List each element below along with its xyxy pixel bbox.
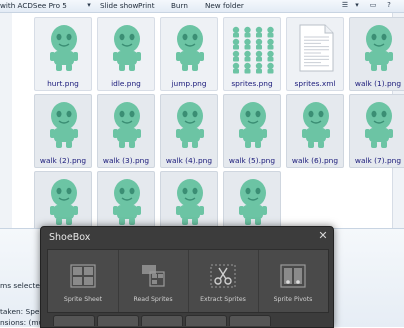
sprite-pivots-tool[interactable]: Sprite Pivots	[258, 250, 328, 312]
file-item[interactable]: sprites.png	[223, 17, 281, 91]
file-name: sprites.xml	[294, 79, 336, 88]
explorer-toolbar: with ACDSee Pro 5 ▾ Slide show Print Bur…	[0, 0, 404, 13]
close-icon[interactable]: ✕	[317, 230, 329, 242]
file-name: hurt.png	[47, 79, 79, 88]
sprite-thumbnail	[228, 176, 278, 228]
file-name: walk (3).png	[102, 156, 150, 165]
shoebox-title: ShoeBox	[49, 232, 91, 243]
file-item[interactable]: walk (4).png	[160, 94, 218, 168]
tab-2[interactable]	[97, 315, 139, 326]
read-sprites-icon	[142, 265, 165, 287]
sprite-thumbnail	[102, 176, 152, 228]
file-name: sprites.png	[231, 79, 273, 88]
file-item[interactable]: walk (2).png	[34, 94, 92, 168]
sprite-thumbnail	[102, 22, 152, 74]
sprite-sheet-tool[interactable]: Sprite Sheet	[48, 250, 119, 312]
file-item[interactable]: walk (1).png	[349, 17, 404, 91]
file-name: walk (5).png	[228, 156, 276, 165]
sprite-thumbnail	[354, 22, 404, 74]
sprite-thumbnail	[291, 99, 341, 151]
chevron-down-icon[interactable]: ▾	[84, 1, 94, 10]
read-sprites-tool[interactable]: Read Sprites	[118, 250, 189, 312]
scissors-icon	[210, 264, 236, 288]
preview-pane-icon[interactable]: ▭	[368, 1, 378, 10]
sprite-thumbnail	[39, 99, 89, 151]
file-item[interactable]: idle.png	[97, 17, 155, 91]
view-options-icon[interactable]: ☰	[340, 1, 350, 10]
help-icon[interactable]: ?	[384, 1, 394, 10]
sprite-thumbnail	[39, 22, 89, 74]
sprite-thumbnail	[354, 99, 404, 151]
selection-count: ms selected	[0, 281, 45, 290]
file-item[interactable]: jump.png	[160, 17, 218, 91]
file-item[interactable]: sprites.xml	[286, 17, 344, 91]
slide-show-button[interactable]: Slide show	[100, 1, 138, 10]
file-item[interactable]: walk (6).png	[286, 94, 344, 168]
sprite-thumbnail	[102, 99, 152, 151]
file-name: walk (1).png	[354, 79, 402, 88]
sprite-sheet-icon	[70, 264, 96, 288]
sprite-sheet-thumbnail	[228, 22, 278, 74]
sprite-pivots-icon	[280, 264, 306, 288]
sprite-thumbnail	[165, 99, 215, 151]
tab-3[interactable]	[141, 315, 183, 326]
shoebox-window: ShoeBox ✕ Sprite Sheet Read Sprites Extr…	[40, 226, 334, 328]
file-name: idle.png	[111, 79, 141, 88]
shoebox-tab-strip	[47, 315, 327, 327]
sprite-thumbnail	[228, 99, 278, 151]
tab-5[interactable]	[229, 315, 271, 326]
extract-sprites-label: Extract Sprites	[200, 296, 246, 303]
file-name: walk (4).png	[165, 156, 213, 165]
sprite-thumbnail	[165, 176, 215, 228]
file-item[interactable]: hurt.png	[34, 17, 92, 91]
sprite-thumbnail	[39, 176, 89, 228]
tab-4[interactable]	[185, 315, 227, 326]
sprite-sheet-label: Sprite Sheet	[63, 296, 103, 303]
file-name: walk (6).png	[291, 156, 339, 165]
sprite-thumbnail	[165, 22, 215, 74]
shoebox-tools-panel: Sprite Sheet Read Sprites Extract Sprite…	[47, 249, 329, 313]
file-name: jump.png	[171, 79, 207, 88]
file-name: walk (7).png	[354, 156, 402, 165]
print-button[interactable]: Print	[138, 1, 155, 10]
new-folder-button[interactable]: New folder	[205, 1, 244, 10]
extract-sprites-tool[interactable]: Extract Sprites	[188, 250, 259, 312]
tab-1[interactable]	[53, 315, 95, 326]
read-sprites-label: Read Sprites	[133, 296, 173, 303]
burn-button[interactable]: Burn	[171, 1, 188, 10]
file-item[interactable]: walk (7).png	[349, 94, 404, 168]
sprite-pivots-label: Sprite Pivots	[273, 296, 313, 303]
xml-file-icon	[291, 22, 341, 74]
open-with-button[interactable]: with ACDSee Pro 5	[0, 1, 67, 10]
chevron-down-icon[interactable]: ▾	[352, 1, 362, 10]
file-item[interactable]: walk (5).png	[223, 94, 281, 168]
date-taken-field: taken: Speci	[0, 307, 46, 316]
file-name: walk (2).png	[39, 156, 87, 165]
file-list: hurt.png idle.png jump.png sprites.png sprit…	[12, 13, 404, 245]
file-item[interactable]: walk (3).png	[97, 94, 155, 168]
